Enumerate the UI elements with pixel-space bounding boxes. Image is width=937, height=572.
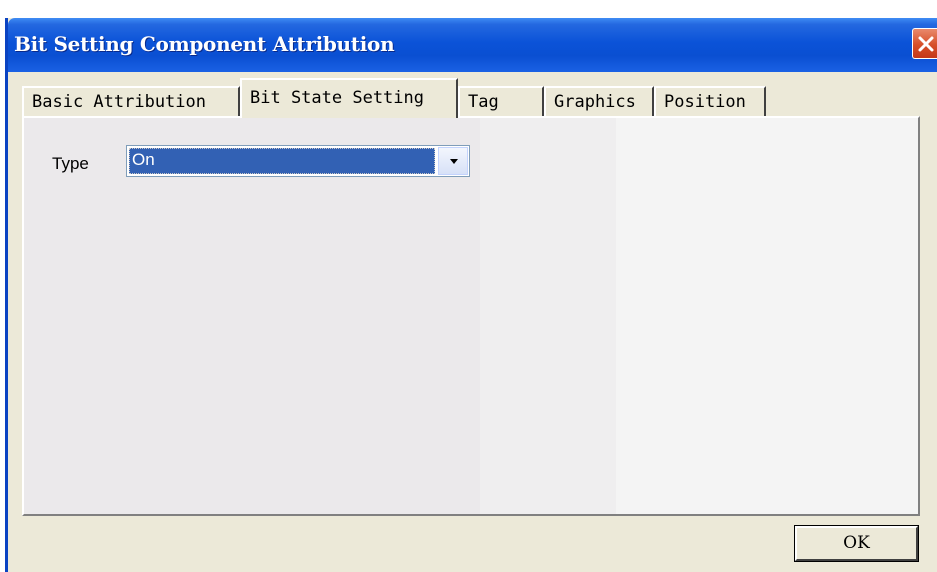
tab-graphics[interactable]: Graphics <box>544 86 654 116</box>
ok-button[interactable]: OK <box>794 525 919 562</box>
type-label: Type <box>52 154 89 173</box>
type-select-value[interactable]: On <box>129 148 435 174</box>
chevron-down-icon <box>450 159 458 164</box>
close-button[interactable] <box>912 28 937 59</box>
type-dropdown-button[interactable] <box>438 147 468 175</box>
panel-middle-area <box>480 118 616 514</box>
panel-right-area <box>616 118 918 514</box>
title-bar[interactable]: Bit Setting Component Attribution <box>8 18 937 72</box>
window-title: Bit Setting Component Attribution <box>14 32 395 56</box>
close-icon <box>918 36 934 52</box>
tab-tag[interactable]: Tag <box>458 86 544 116</box>
tab-bit-state-setting[interactable]: Bit State Setting <box>240 78 458 118</box>
bit-state-panel: Type On <box>22 116 920 516</box>
type-select[interactable]: On <box>126 145 470 177</box>
tab-basic-attribution[interactable]: Basic Attribution <box>22 86 240 116</box>
tab-strip: Basic Attribution Bit State Setting Tag … <box>22 78 882 118</box>
tab-position[interactable]: Position <box>654 86 766 116</box>
